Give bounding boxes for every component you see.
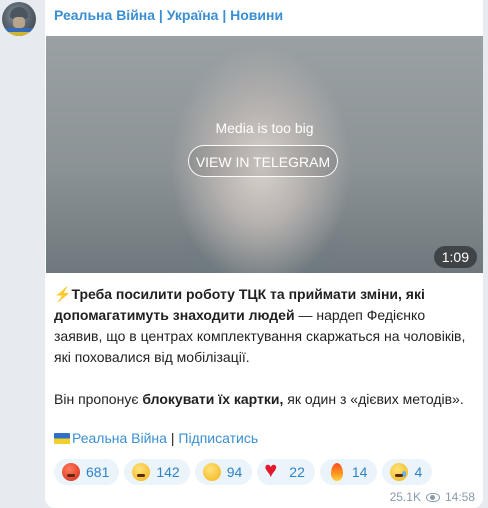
video-preview[interactable]: Media is too big VIEW IN TELEGRAM 1:09 (46, 36, 483, 273)
channel-link[interactable]: Реальна Війна (72, 430, 167, 446)
subscribe-link[interactable]: Підписатись (178, 430, 258, 446)
signature: Реальна Війна | Підписатись (54, 430, 258, 446)
post-p2-bold: блокувати їх картки, (142, 391, 284, 407)
reaction-angry[interactable]: 681 (54, 459, 120, 485)
crying-face-icon (390, 463, 409, 481)
reaction-count: 4 (414, 464, 423, 480)
message-meta: 25.1K 14:58 (390, 490, 475, 504)
channel-avatar[interactable] (2, 2, 36, 36)
post-p2-end: як один з «дієвих методів». (283, 391, 464, 407)
fire-icon (328, 463, 346, 481)
post-paragraph-1: ⚡️Треба посилити роботу ТЦК та приймати … (54, 284, 474, 368)
grinning-face-icon (132, 463, 151, 481)
view-in-telegram-button[interactable]: VIEW IN TELEGRAM (188, 145, 338, 177)
ukraine-flag-icon (54, 433, 70, 444)
signature-separator: | (166, 430, 179, 446)
post-text: ⚡️Треба посилити роботу ТЦК та приймати … (54, 284, 474, 410)
reaction-count: 22 (289, 464, 305, 480)
avatar-face (13, 17, 25, 28)
reaction-count: 142 (156, 464, 180, 480)
eye-icon (425, 492, 440, 502)
reaction-cry[interactable]: 4 (382, 459, 433, 485)
lightning-icon: ⚡️ (54, 286, 72, 302)
post-paragraph-2: Він пропонує блокувати їх картки, як оди… (54, 389, 474, 410)
angry-face-icon (62, 463, 80, 481)
reactions-bar: 681 142 94 22 14 4 (54, 459, 433, 485)
reaction-count: 681 (86, 464, 110, 480)
avatar-flag (2, 28, 36, 36)
reaction-count: 14 (351, 464, 368, 480)
reaction-count: 94 (226, 464, 243, 480)
reaction-fire[interactable]: 14 (319, 459, 378, 485)
post-p2-start: Він пропонує (54, 391, 143, 407)
reaction-grin[interactable]: 142 (124, 459, 190, 485)
view-count: 25.1K (389, 490, 421, 504)
red-heart-icon (264, 459, 283, 481)
media-too-big-notice: Media is too big (215, 120, 314, 136)
message-time: 14:58 (444, 490, 475, 504)
video-duration: 1:09 (433, 246, 477, 268)
reaction-thumbs-up[interactable]: 94 (194, 459, 253, 485)
thumbs-up-icon (202, 463, 221, 481)
channel-title[interactable]: Реальна Війна | Україна | Новини (54, 7, 283, 23)
reaction-heart[interactable]: 22 (257, 459, 315, 485)
message-bubble: Реальна Війна | Україна | Новини Media i… (45, 0, 483, 508)
